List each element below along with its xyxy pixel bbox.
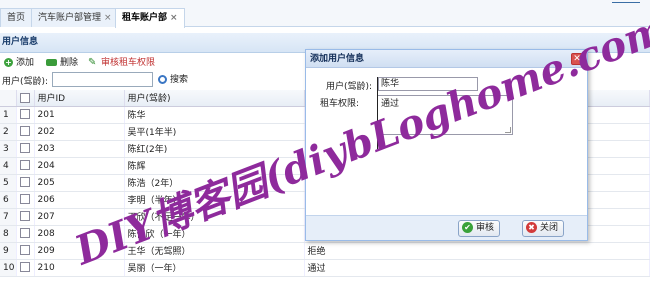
dialog-footer: ✔ 审核 ✖ 关闭 bbox=[306, 215, 587, 240]
cell-user-name: 陈华 bbox=[124, 106, 305, 124]
search-label: 用户(驾龄): bbox=[2, 77, 49, 87]
row-checkbox-cell bbox=[16, 225, 35, 243]
row-number: 1 bbox=[0, 106, 17, 124]
row-checkbox[interactable] bbox=[19, 143, 30, 154]
user-field-label: 用户(驾龄): bbox=[326, 82, 373, 92]
column-user-name[interactable]: 用户(驾龄) bbox=[124, 90, 305, 107]
tab-home[interactable]: 首页 bbox=[0, 8, 33, 27]
tab-rental-account[interactable]: 租车账户部 × bbox=[115, 8, 185, 28]
cell-user-id: 205 bbox=[34, 174, 125, 192]
row-number: 3 bbox=[0, 140, 17, 158]
row-checkbox[interactable] bbox=[19, 262, 30, 273]
row-checkbox-cell bbox=[16, 140, 35, 158]
cell-user-name: 李明（半年） bbox=[124, 191, 305, 209]
row-number: 6 bbox=[0, 191, 17, 209]
cell-user-name: 王欣（不足一年） bbox=[124, 208, 305, 226]
cell-user-id: 209 bbox=[34, 242, 125, 260]
resize-grip-icon[interactable] bbox=[505, 127, 511, 133]
search-icon bbox=[158, 75, 167, 84]
cell-permission: 通过 bbox=[304, 259, 650, 277]
table-row[interactable]: 10 210 吴丽（一年） 通过 bbox=[0, 259, 650, 277]
tab-close-icon[interactable]: × bbox=[170, 13, 178, 23]
select-all-checkbox-cell bbox=[16, 90, 35, 107]
row-number: 9 bbox=[0, 242, 17, 260]
row-checkbox[interactable] bbox=[19, 245, 30, 256]
search-button[interactable]: 搜索 bbox=[158, 73, 188, 87]
cell-user-id: 207 bbox=[34, 208, 125, 226]
cell-user-id: 206 bbox=[34, 191, 125, 209]
plus-icon: + bbox=[4, 58, 13, 67]
row-number: 7 bbox=[0, 208, 17, 226]
tab-bar: 首页 汽车账户部管理 × 租车账户部 × bbox=[0, 0, 650, 28]
delete-button[interactable]: 删除 bbox=[46, 56, 78, 70]
row-checkbox-cell bbox=[16, 106, 35, 124]
row-checkbox-cell bbox=[16, 208, 35, 226]
row-checkbox[interactable] bbox=[19, 160, 30, 171]
row-checkbox-cell bbox=[16, 242, 35, 260]
cell-user-id: 210 bbox=[34, 259, 125, 277]
permission-field[interactable]: 通过 bbox=[377, 95, 513, 135]
cell-user-name: 陈浩（2年） bbox=[124, 174, 305, 192]
row-number: 5 bbox=[0, 174, 17, 192]
search-input[interactable] bbox=[52, 72, 153, 87]
cell-user-name: 王华（无驾照） bbox=[124, 242, 305, 260]
row-checkbox-cell bbox=[16, 174, 35, 192]
cell-user-name: 陈红(2年) bbox=[124, 140, 305, 158]
check-icon: ✔ bbox=[462, 222, 473, 233]
table-row[interactable]: 9 209 王华（无驾照） 拒绝 bbox=[0, 242, 650, 260]
row-checkbox[interactable] bbox=[19, 126, 30, 137]
minus-icon bbox=[46, 59, 57, 66]
row-number: 10 bbox=[0, 259, 17, 277]
tab-close-icon[interactable]: × bbox=[104, 13, 112, 23]
row-checkbox[interactable] bbox=[19, 211, 30, 222]
text-cursor bbox=[377, 77, 378, 149]
column-user-id[interactable]: 用户ID bbox=[34, 90, 125, 107]
row-number: 4 bbox=[0, 157, 17, 175]
user-field[interactable]: 陈华 bbox=[378, 77, 478, 91]
cell-user-name: 陈佳欣（一年） bbox=[124, 225, 305, 243]
close-icon[interactable]: ✕ bbox=[571, 53, 583, 65]
cell-user-name: 吴平(1年半) bbox=[124, 123, 305, 141]
add-button[interactable]: + 添加 bbox=[4, 56, 34, 70]
cell-user-id: 208 bbox=[34, 225, 125, 243]
cell-user-name: 陈辉 bbox=[124, 157, 305, 175]
row-checkbox[interactable] bbox=[19, 177, 30, 188]
cell-permission: 拒绝 bbox=[304, 242, 650, 260]
cell-user-id: 201 bbox=[34, 106, 125, 124]
cell-user-name: 吴丽（一年） bbox=[124, 259, 305, 277]
cell-user-id: 202 bbox=[34, 123, 125, 141]
close-button[interactable]: ✖ 关闭 bbox=[522, 220, 565, 237]
row-number: 2 bbox=[0, 123, 17, 141]
row-checkbox-cell bbox=[16, 259, 35, 277]
add-user-dialog: 添加用户信息 ✕ 用户(驾龄): 陈华 租车权限: 通过 ✔ 审核 ✖ 关闭 bbox=[305, 49, 588, 241]
row-checkbox[interactable] bbox=[19, 109, 30, 120]
row-checkbox-cell bbox=[16, 157, 35, 175]
select-all-checkbox[interactable] bbox=[19, 92, 30, 103]
row-checkbox-cell bbox=[16, 123, 35, 141]
cancel-icon: ✖ bbox=[526, 222, 537, 233]
audit-permission-button[interactable]: ✎ 审核租车权限 bbox=[88, 56, 155, 70]
permission-field-label: 租车权限: bbox=[320, 99, 360, 109]
cell-user-id: 203 bbox=[34, 140, 125, 158]
row-number: 8 bbox=[0, 225, 17, 243]
header-link[interactable] bbox=[612, 0, 640, 3]
audit-button[interactable]: ✔ 审核 bbox=[458, 220, 501, 237]
pencil-icon: ✎ bbox=[88, 56, 97, 68]
cell-user-id: 204 bbox=[34, 157, 125, 175]
dialog-body: 用户(驾龄): 陈华 租车权限: 通过 bbox=[306, 69, 587, 216]
dialog-title: 添加用户信息 bbox=[306, 50, 587, 68]
row-checkbox[interactable] bbox=[19, 228, 30, 239]
row-checkbox[interactable] bbox=[19, 194, 30, 205]
tab-car-account-management[interactable]: 汽车账户部管理 × bbox=[31, 8, 119, 27]
row-number-header bbox=[0, 90, 17, 107]
row-checkbox-cell bbox=[16, 191, 35, 209]
